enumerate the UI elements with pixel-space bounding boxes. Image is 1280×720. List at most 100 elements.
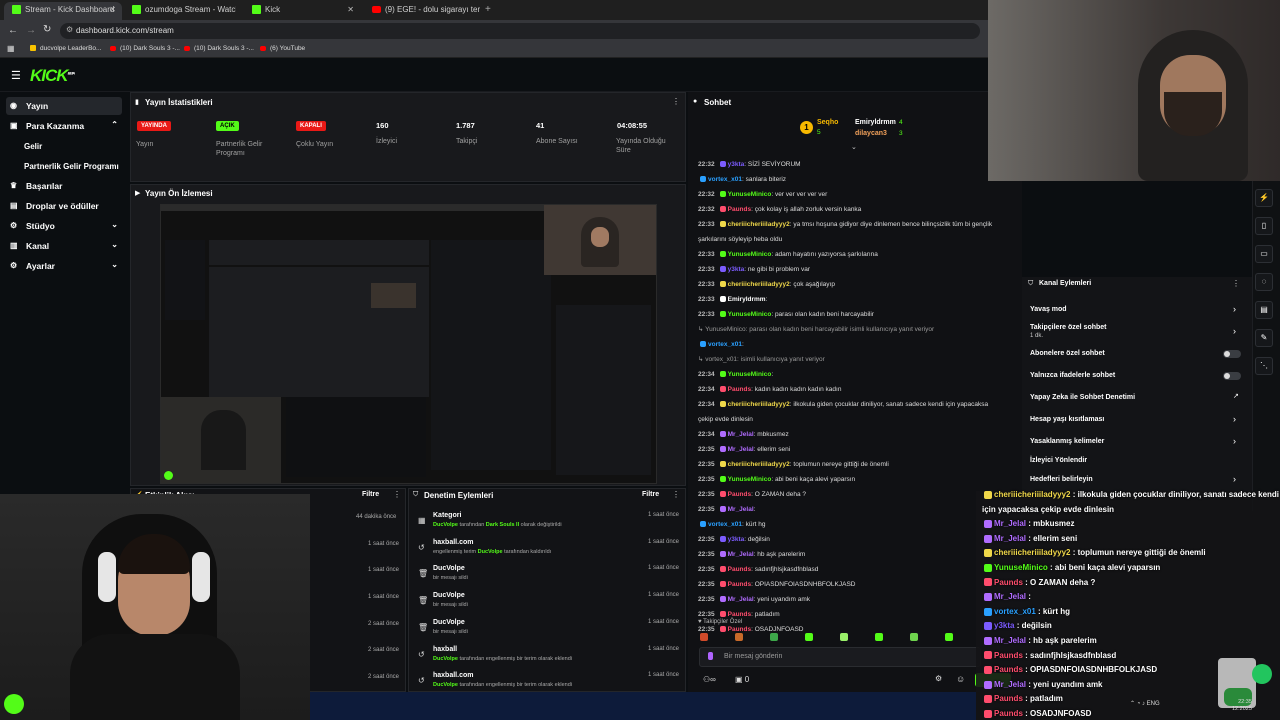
viewers-icon[interactable]: ⚇∞ (703, 675, 716, 684)
emote-icon[interactable] (700, 633, 708, 642)
new-tab-icon[interactable]: + (485, 4, 491, 15)
expand-chevron-icon[interactable]: ⌄ (851, 143, 857, 151)
bookmark-leaderboard[interactable]: ducvolpe LeaderBo... (30, 45, 101, 52)
url-input[interactable]: ⚙ dashboard.kick.com/stream (60, 23, 980, 39)
emote-icon[interactable] (840, 633, 849, 642)
chat-username[interactable]: YunuseMinico (728, 311, 772, 318)
action-followers-only[interactable]: Takipçilere özel sohbet (1030, 324, 1107, 331)
action-slow-mode[interactable]: Yavaş mod (1030, 306, 1067, 313)
sidebar-item-kanal[interactable]: ▥ Kanal ⌄ (6, 237, 122, 255)
sidebar-item-studyo[interactable]: ⚙ Stüdyo ⌄ (6, 217, 122, 235)
chat-username[interactable]: vortex_x01 (708, 521, 742, 528)
top-gifter-name[interactable]: Seqho (817, 119, 838, 126)
layout-icon[interactable]: ▤ (1255, 301, 1273, 319)
moderation-filter-button[interactable]: Filtre (642, 491, 659, 498)
sidebar-item-para-kazanma[interactable]: ▣ Para Kazanma ⌃ (6, 117, 122, 135)
tab-youtube[interactable]: (9) EGE! - dolu sigarayı ters tut (364, 2, 480, 20)
chat-username[interactable]: vortex_x01 (708, 341, 742, 348)
reload-icon[interactable]: ↻ (43, 24, 51, 35)
chat-username[interactable]: YunuseMinico (728, 371, 772, 378)
external-link-icon[interactable]: ↗ (1233, 392, 1239, 400)
chat-username[interactable]: Paunds (728, 386, 751, 393)
taskbar-clock[interactable]: 22:35 12.2025 (1232, 699, 1252, 713)
lightning-icon[interactable]: ⚡ (1255, 189, 1273, 207)
message-icon[interactable]: ▭ (1255, 245, 1273, 263)
more-options-icon[interactable]: ⋮ (393, 490, 401, 499)
emotes-only-toggle[interactable] (1223, 372, 1241, 380)
chat-username[interactable]: cheriiicheriiiladyyy2 (728, 281, 790, 288)
chat-username[interactable]: Paunds (728, 581, 751, 588)
more-options-icon[interactable]: ⋮ (672, 490, 680, 499)
emote-icon[interactable] (875, 633, 884, 642)
sidebar-item-droplar[interactable]: ▤ Droplar ve ödüller (6, 197, 122, 215)
emote-icon[interactable] (945, 633, 954, 642)
chat-username[interactable]: Paunds (728, 611, 751, 618)
chat-username[interactable]: y3kta (728, 266, 745, 273)
wrench-icon[interactable]: ✎ (1255, 329, 1273, 347)
chat-username[interactable]: cheriiicheriiiladyyy2 (728, 401, 790, 408)
emote-icon[interactable] (770, 633, 779, 642)
hamburger-menu-icon[interactable]: ☰ (11, 69, 21, 82)
sidebar-item-basarilar[interactable]: ♛ Başarılar (6, 177, 122, 195)
chat-username[interactable]: YunuseMinico (728, 191, 772, 198)
stream-preview-video[interactable] (160, 204, 657, 484)
chat-username[interactable]: y3kta (728, 536, 745, 543)
chat-username[interactable]: Mr_Jelal (728, 446, 754, 453)
sidebar-item-ayarlar[interactable]: ⚙ Ayarlar ⌄ (6, 257, 122, 275)
bookmark-dark-souls-2[interactable]: (10) Dark Souls 3 -... (184, 45, 254, 52)
network-icon[interactable]: ◔ (1137, 701, 1141, 707)
chevron-right-icon[interactable]: › (1233, 436, 1236, 446)
chevron-right-icon[interactable]: › (1233, 326, 1236, 336)
chat-username[interactable]: vortex_x01 (708, 176, 742, 183)
chat-username[interactable]: YunuseMinico (728, 251, 772, 258)
emote-icon[interactable] (910, 633, 919, 642)
action-ai-moderation[interactable]: Yapay Zeka ile Sohbet Denetimi (1030, 394, 1135, 401)
points-icon[interactable]: ▣ 0 (735, 675, 749, 684)
forward-icon[interactable]: → (26, 25, 36, 36)
emote-icon[interactable] (735, 633, 744, 642)
chevron-right-icon[interactable]: › (1233, 474, 1236, 484)
chevron-up-icon[interactable]: ⌃ (1130, 701, 1135, 707)
close-icon[interactable]: ✕ (347, 5, 354, 14)
emote-picker-icon[interactable]: ☺ (956, 674, 965, 684)
close-icon[interactable]: ✕ (109, 5, 116, 14)
chat-username[interactable]: cheriiicheriiiladyyy2 (728, 461, 790, 468)
action-account-age[interactable]: Hesap yaşı kısıtlaması (1030, 416, 1104, 423)
chat-username[interactable]: Paunds (728, 206, 751, 213)
more-options-icon[interactable]: ⋮ (1232, 279, 1240, 288)
chat-username[interactable]: Mr_Jelal (728, 506, 754, 513)
tab-stream-dashboard[interactable]: Stream - Kick Dashboard ✕ (4, 2, 122, 20)
chat-username[interactable]: Paunds (728, 566, 751, 573)
top-gifter-name[interactable]: Emiryldrmm (855, 119, 896, 126)
sidebar-item-yayin[interactable]: ◉ Yayın (6, 97, 122, 115)
chat-settings-icon[interactable]: ⚙ (935, 674, 942, 683)
apps-grid-icon[interactable]: ▦ (7, 44, 15, 53)
action-set-goals[interactable]: Hedefleri belirleyin (1030, 476, 1093, 483)
chat-username[interactable]: Mr_Jelal (728, 551, 754, 558)
chat-username[interactable]: Mr_Jelal (728, 596, 754, 603)
clipboard-icon[interactable]: ▯ (1255, 217, 1273, 235)
tab-ozumdoga[interactable]: ozumdoga Stream - Watch (124, 2, 236, 20)
chat-username[interactable]: y3kta (728, 161, 745, 168)
chat-username[interactable]: YunuseMinico (728, 476, 772, 483)
tab-kick[interactable]: Kick ✕ (244, 2, 360, 20)
chevron-right-icon[interactable]: › (1233, 414, 1236, 424)
language-indicator[interactable]: ENG (1147, 701, 1160, 707)
bookmark-dark-souls-1[interactable]: (10) Dark Souls 3 -... (110, 45, 180, 52)
top-gifter-name[interactable]: dilaycan3 (855, 130, 887, 137)
action-banned-words[interactable]: Yasaklanmış kelimeler (1030, 438, 1104, 445)
sidebar-subitem-partnerlik[interactable]: Partnerlik Gelir Programı (24, 162, 119, 171)
action-redirect-viewers[interactable]: İzleyici Yönlendir (1030, 457, 1087, 464)
kick-logo[interactable]: KICKBETA (30, 66, 75, 86)
chat-identity-icon[interactable] (708, 652, 713, 660)
emote-icon[interactable] (805, 633, 814, 642)
chat-username[interactable]: Emiryldrmm (728, 296, 766, 303)
chat-bubble-icon[interactable]: ◌ (1255, 273, 1273, 291)
chat-username[interactable]: Mr_Jelal (728, 431, 754, 438)
chat-username[interactable]: cheriiicheriiiladyyy2 (728, 221, 790, 228)
chat-username[interactable]: Paunds (728, 491, 751, 498)
more-options-icon[interactable]: ⋮ (672, 97, 680, 106)
bookmark-youtube[interactable]: (6) YouTube (260, 45, 305, 52)
sidebar-subitem-gelir[interactable]: Gelir (24, 142, 42, 151)
chat-message-input[interactable]: Bir mesaj gönderin (699, 647, 981, 667)
